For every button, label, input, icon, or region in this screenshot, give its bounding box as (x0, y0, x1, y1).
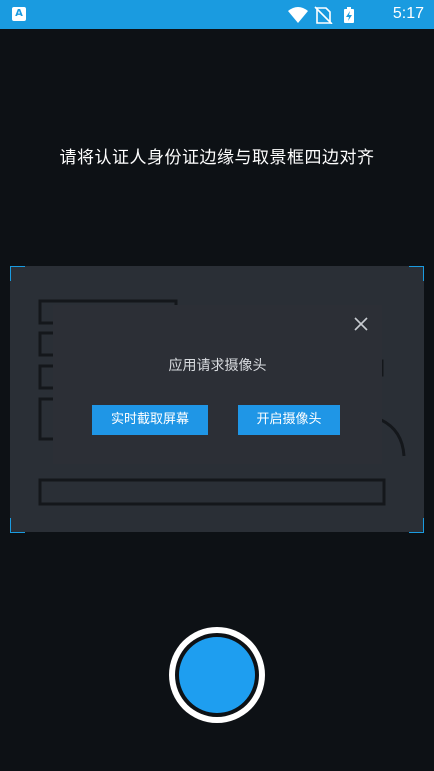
status-bar: A 5:17 (0, 0, 434, 29)
battery-charging-icon (344, 7, 354, 23)
frame-corner-top-left (10, 266, 25, 281)
clock: 5:17 (392, 5, 424, 22)
shutter-ring (175, 633, 259, 717)
open-camera-button[interactable]: 开启摄像头 (238, 405, 340, 435)
shutter-core (179, 637, 255, 713)
frame-corner-top-right (409, 266, 424, 281)
screen-capture-button[interactable]: 实时截取屏幕 (92, 405, 208, 435)
wifi-icon (288, 7, 308, 23)
status-icons (288, 6, 354, 24)
shutter-button[interactable] (169, 627, 265, 723)
app-notification-icon: A (12, 7, 26, 21)
frame-corner-bottom-right (409, 518, 424, 533)
frame-corner-bottom-left (10, 518, 25, 533)
close-icon[interactable] (352, 315, 370, 333)
camera-request-dialog: 应用请求摄像头 实时截取屏幕 开启摄像头 (53, 305, 382, 464)
instruction-text: 请将认证人身份证边缘与取景框四边对齐 (59, 148, 375, 168)
dialog-message: 应用请求摄像头 (168, 358, 267, 374)
no-sim-icon (314, 6, 333, 24)
